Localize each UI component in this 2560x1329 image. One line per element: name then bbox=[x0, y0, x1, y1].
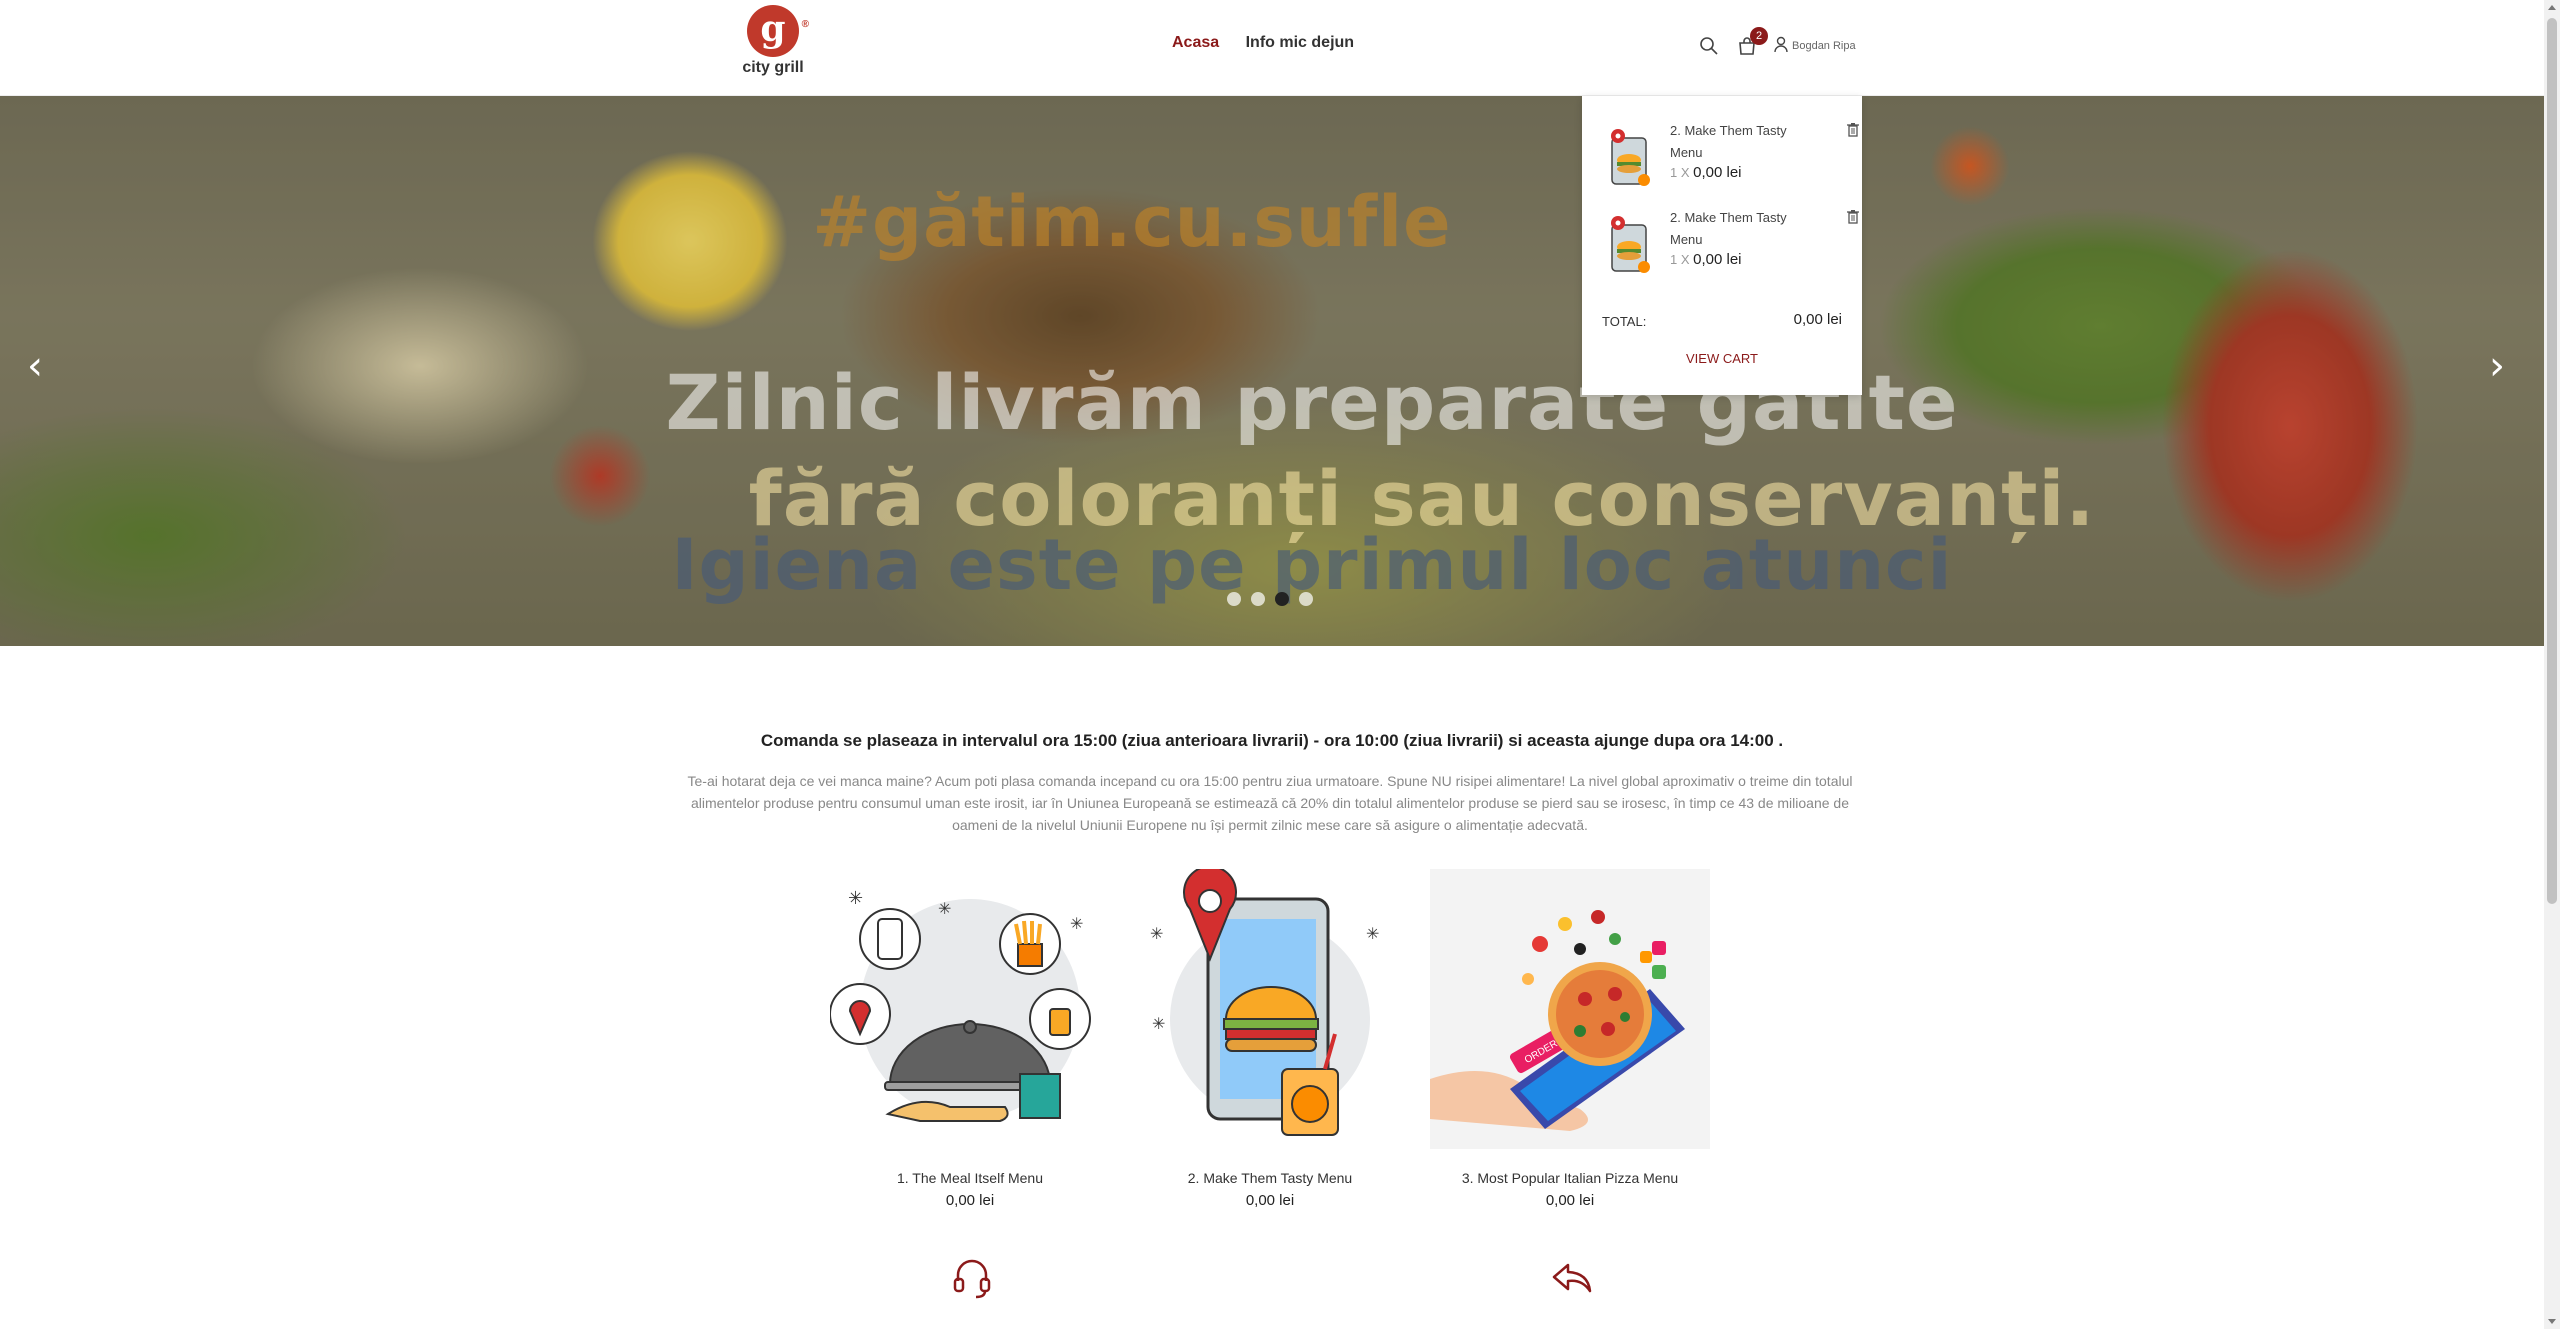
hero-slider: #gătim.cu.sufle Zilnic livrăm preparate … bbox=[0, 96, 2544, 646]
product-price: 0,00 lei bbox=[945, 1192, 995, 1209]
nav-item-info-mic-dejun[interactable]: Info mic dejun bbox=[1246, 34, 1354, 51]
hero-line-1: Zilnic livrăm preparate gătite bbox=[665, 358, 1959, 447]
svg-text:✳: ✳ bbox=[1152, 1016, 1165, 1033]
cart-item-name[interactable]: 2. Make Them Tasty Menu bbox=[1670, 207, 1800, 251]
product-image[interactable]: ORDER bbox=[1430, 869, 1710, 1149]
product-card[interactable]: ORDER 3. Most Popular Italian Pizza Menu… bbox=[1430, 869, 1710, 1209]
scroll-thumb[interactable] bbox=[2547, 18, 2557, 904]
product-card[interactable]: ✳ ✳ ✳ 2. Make Them Tasty Menu 0,00 lei bbox=[1130, 865, 1410, 1209]
cart-item-price: 0,00 lei bbox=[1693, 251, 1742, 268]
slider-dots bbox=[1227, 592, 1323, 606]
cart-count-badge: 2 bbox=[1750, 27, 1768, 45]
cart-item: 2. Make Them Tasty Menu 1 X 0,00 lei bbox=[1602, 207, 1859, 294]
product-name[interactable]: 2. Make Them Tasty Menu bbox=[1130, 1170, 1410, 1186]
product-price: 0,00 lei bbox=[1545, 1192, 1595, 1209]
product-image[interactable]: ✳ ✳ ✳ bbox=[829, 869, 1110, 1149]
order-info-title: Comanda se plaseaza in intervalul ora 15… bbox=[760, 731, 1784, 750]
main-nav: Acasa Info mic dejun bbox=[1172, 34, 1376, 52]
user-icon[interactable] bbox=[1774, 35, 1788, 57]
svg-text:✳: ✳ bbox=[1070, 916, 1083, 933]
hero-hashtag: #gătim.cu.sufle bbox=[812, 181, 1452, 263]
order-info-description: Te-ai hotarat deja ce vei manca maine? A… bbox=[687, 773, 1853, 833]
site-header: g city grill Acasa Info mic dejun 2 Bogd… bbox=[0, 0, 2544, 96]
mini-cart-dropdown: 2. Make Them Tasty Menu 1 X 0,00 lei 2. … bbox=[1582, 96, 1862, 395]
chevron-right-icon[interactable]: › bbox=[2482, 346, 2512, 386]
header-actions: 2 Bogdan Ripa bbox=[1698, 27, 1856, 58]
cart-item-thumbnail[interactable] bbox=[1602, 126, 1656, 190]
cart-item-name[interactable]: 2. Make Them Tasty Menu bbox=[1670, 120, 1800, 164]
cart-item-qty-text: 1 X bbox=[1670, 165, 1690, 180]
nav-item-acasa[interactable]: Acasa bbox=[1172, 34, 1219, 51]
svg-text:✳: ✳ bbox=[938, 901, 951, 918]
scroll-up-icon[interactable] bbox=[2548, 5, 2556, 10]
cart-item: 2. Make Them Tasty Menu 1 X 0,00 lei bbox=[1602, 120, 1859, 207]
search-icon[interactable] bbox=[1698, 35, 1720, 57]
slider-dot[interactable] bbox=[1251, 592, 1265, 606]
cart-item-price: 0,00 lei bbox=[1693, 164, 1742, 181]
product-card[interactable]: ✳ ✳ ✳ 1. The Meal Itself Menu 0,00 lei bbox=[829, 869, 1110, 1209]
reply-arrow-icon bbox=[1552, 1263, 1592, 1293]
cart-icon[interactable]: 2 bbox=[1736, 27, 1768, 57]
cart-total-label: TOTAL: bbox=[1602, 314, 1647, 329]
page: g city grill Acasa Info mic dejun 2 Bogd… bbox=[0, 0, 2560, 1329]
product-name[interactable]: 1. The Meal Itself Menu bbox=[830, 1170, 1110, 1186]
product-price: 0,00 lei bbox=[1245, 1192, 1295, 1209]
slider-dot[interactable] bbox=[1227, 592, 1241, 606]
logo[interactable]: g city grill bbox=[738, 1, 809, 81]
chevron-left-icon[interactable]: ‹ bbox=[20, 346, 50, 386]
cart-total: TOTAL: 0,00 lei bbox=[1602, 311, 1842, 329]
cart-item-qty: 1 X 0,00 lei bbox=[1670, 164, 1742, 181]
logo-mark: g bbox=[747, 1, 809, 57]
cart-total-value: 0,00 lei bbox=[1793, 311, 1842, 328]
logo-text: city grill bbox=[742, 59, 804, 76]
product-image[interactable]: ✳ ✳ ✳ bbox=[1130, 865, 1410, 1149]
headset-icon bbox=[953, 1259, 991, 1299]
svg-text:✳: ✳ bbox=[1366, 926, 1379, 943]
svg-text:✳: ✳ bbox=[1150, 926, 1163, 943]
trash-icon[interactable] bbox=[1846, 122, 1860, 138]
user-name-link[interactable]: Bogdan Ripa bbox=[1792, 40, 1856, 52]
product-name[interactable]: 3. Most Popular Italian Pizza Menu bbox=[1430, 1170, 1710, 1186]
view-cart-link[interactable]: VIEW CART bbox=[1582, 351, 1862, 366]
cart-item-qty: 1 X 0,00 lei bbox=[1670, 251, 1742, 268]
svg-text:✳: ✳ bbox=[848, 888, 863, 908]
slider-dot-active[interactable] bbox=[1275, 592, 1289, 606]
scroll-down-icon[interactable] bbox=[2548, 1319, 2556, 1324]
page-scrollbar[interactable] bbox=[2544, 0, 2560, 1329]
cart-item-qty-text: 1 X bbox=[1670, 252, 1690, 267]
cart-item-thumbnail[interactable] bbox=[1602, 213, 1656, 277]
trash-icon[interactable] bbox=[1846, 209, 1860, 225]
slider-dot[interactable] bbox=[1299, 592, 1313, 606]
